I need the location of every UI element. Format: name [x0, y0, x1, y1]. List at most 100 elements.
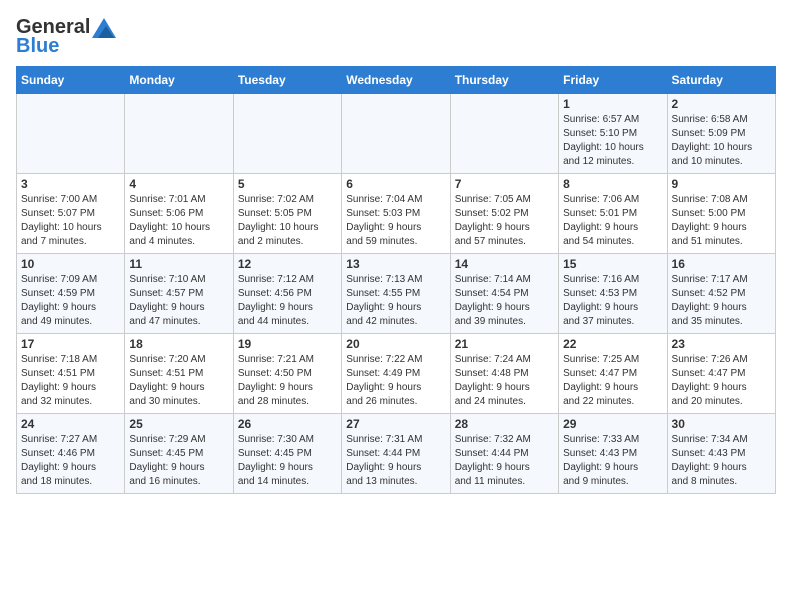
- day-info: Sunrise: 7:17 AM Sunset: 4:52 PM Dayligh…: [672, 273, 771, 329]
- day-number: 23: [672, 337, 771, 351]
- calendar-cell: 16Sunrise: 7:17 AM Sunset: 4:52 PM Dayli…: [667, 254, 775, 334]
- logo-text-blue: Blue: [16, 35, 59, 58]
- day-number: 29: [563, 417, 662, 431]
- calendar-cell: [450, 94, 558, 174]
- day-info: Sunrise: 7:02 AM Sunset: 5:05 PM Dayligh…: [238, 193, 337, 249]
- day-number: 28: [455, 417, 554, 431]
- weekday-header: Thursday: [450, 67, 558, 94]
- day-number: 2: [672, 97, 771, 111]
- day-info: Sunrise: 7:25 AM Sunset: 4:47 PM Dayligh…: [563, 353, 662, 409]
- day-number: 12: [238, 257, 337, 271]
- calendar-cell: 28 Sunrise: 7:32 AM Sunset: 4:44 PM Dayli…: [450, 414, 558, 494]
- day-number: 6: [346, 177, 445, 191]
- calendar-cell: 24 Sunrise: 7:27 AM Sunset: 4:46 PM Dayli…: [17, 414, 125, 494]
- day-number: 11: [129, 257, 228, 271]
- calendar-cell: 12Sunrise: 7:12 AM Sunset: 4:56 PM Dayli…: [233, 254, 341, 334]
- calendar-week-row: 10Sunrise: 7:09 AM Sunset: 4:59 PM Dayli…: [17, 254, 776, 334]
- day-number: 7: [455, 177, 554, 191]
- day-number: 5: [238, 177, 337, 191]
- day-info: Sunrise: 7:06 AM Sunset: 5:01 PM Dayligh…: [563, 193, 662, 249]
- calendar-cell: 11 Sunrise: 7:10 AM Sunset: 4:57 PM Dayli…: [125, 254, 233, 334]
- day-number: 14: [455, 257, 554, 271]
- day-info: Sunrise: 7:26 AM Sunset: 4:47 PM Dayligh…: [672, 353, 771, 409]
- weekday-header: Monday: [125, 67, 233, 94]
- calendar-week-row: 3 Sunrise: 7:00 AM Sunset: 5:07 PM Daylig…: [17, 174, 776, 254]
- day-info: Sunrise: 7:27 AM Sunset: 4:46 PM Dayligh…: [21, 433, 120, 489]
- day-info: Sunrise: 7:13 AM Sunset: 4:55 PM Dayligh…: [346, 273, 445, 329]
- calendar-cell: 25Sunrise: 7:29 AM Sunset: 4:45 PM Dayli…: [125, 414, 233, 494]
- day-info: Sunrise: 7:32 AM Sunset: 4:44 PM Dayligh…: [455, 433, 554, 489]
- day-number: 20: [346, 337, 445, 351]
- day-info: Sunrise: 7:14 AM Sunset: 4:54 PM Dayligh…: [455, 273, 554, 329]
- calendar-cell: 18Sunrise: 7:20 AM Sunset: 4:51 PM Dayli…: [125, 334, 233, 414]
- day-info: Sunrise: 7:34 AM Sunset: 4:43 PM Dayligh…: [672, 433, 771, 489]
- day-number: 1: [563, 97, 662, 111]
- calendar-cell: [342, 94, 450, 174]
- weekday-header: Tuesday: [233, 67, 341, 94]
- calendar-cell: 7 Sunrise: 7:05 AM Sunset: 5:02 PM Daylig…: [450, 174, 558, 254]
- day-info: Sunrise: 7:16 AM Sunset: 4:53 PM Dayligh…: [563, 273, 662, 329]
- page-header: General Blue: [16, 16, 776, 58]
- calendar-cell: 20 Sunrise: 7:22 AM Sunset: 4:49 PM Dayli…: [342, 334, 450, 414]
- calendar-cell: 4 Sunrise: 7:01 AM Sunset: 5:06 PM Daylig…: [125, 174, 233, 254]
- calendar-cell: 14 Sunrise: 7:14 AM Sunset: 4:54 PM Dayli…: [450, 254, 558, 334]
- weekday-header: Sunday: [17, 67, 125, 94]
- day-info: Sunrise: 7:00 AM Sunset: 5:07 PM Dayligh…: [21, 193, 120, 249]
- day-number: 8: [563, 177, 662, 191]
- day-info: Sunrise: 7:30 AM Sunset: 4:45 PM Dayligh…: [238, 433, 337, 489]
- calendar-cell: 8 Sunrise: 7:06 AM Sunset: 5:01 PM Daylig…: [559, 174, 667, 254]
- calendar-table: SundayMondayTuesdayWednesdayThursdayFrid…: [16, 66, 776, 494]
- calendar-body: 1 Sunrise: 6:57 AM Sunset: 5:10 PM Daylig…: [17, 94, 776, 494]
- day-info: Sunrise: 7:18 AM Sunset: 4:51 PM Dayligh…: [21, 353, 120, 409]
- calendar-cell: 2 Sunrise: 6:58 AM Sunset: 5:09 PM Daylig…: [667, 94, 775, 174]
- day-info: Sunrise: 7:24 AM Sunset: 4:48 PM Dayligh…: [455, 353, 554, 409]
- day-info: Sunrise: 6:58 AM Sunset: 5:09 PM Dayligh…: [672, 113, 771, 169]
- day-number: 4: [129, 177, 228, 191]
- calendar-cell: 22 Sunrise: 7:25 AM Sunset: 4:47 PM Dayli…: [559, 334, 667, 414]
- day-info: Sunrise: 7:33 AM Sunset: 4:43 PM Dayligh…: [563, 433, 662, 489]
- day-info: Sunrise: 6:57 AM Sunset: 5:10 PM Dayligh…: [563, 113, 662, 169]
- day-info: Sunrise: 7:08 AM Sunset: 5:00 PM Dayligh…: [672, 193, 771, 249]
- calendar-cell: [125, 94, 233, 174]
- weekday-header: Wednesday: [342, 67, 450, 94]
- calendar-cell: 5 Sunrise: 7:02 AM Sunset: 5:05 PM Daylig…: [233, 174, 341, 254]
- calendar-week-row: 24 Sunrise: 7:27 AM Sunset: 4:46 PM Dayli…: [17, 414, 776, 494]
- calendar-cell: 17 Sunrise: 7:18 AM Sunset: 4:51 PM Dayli…: [17, 334, 125, 414]
- calendar-cell: 27 Sunrise: 7:31 AM Sunset: 4:44 PM Dayli…: [342, 414, 450, 494]
- calendar-cell: 15Sunrise: 7:16 AM Sunset: 4:53 PM Dayli…: [559, 254, 667, 334]
- logo: General Blue: [16, 16, 116, 58]
- day-number: 19: [238, 337, 337, 351]
- day-number: 17: [21, 337, 120, 351]
- day-info: Sunrise: 7:31 AM Sunset: 4:44 PM Dayligh…: [346, 433, 445, 489]
- day-info: Sunrise: 7:22 AM Sunset: 4:49 PM Dayligh…: [346, 353, 445, 409]
- day-info: Sunrise: 7:10 AM Sunset: 4:57 PM Dayligh…: [129, 273, 228, 329]
- day-number: 13: [346, 257, 445, 271]
- calendar-header-row: SundayMondayTuesdayWednesdayThursdayFrid…: [17, 67, 776, 94]
- calendar-cell: 13 Sunrise: 7:13 AM Sunset: 4:55 PM Dayli…: [342, 254, 450, 334]
- day-number: 10: [21, 257, 120, 271]
- day-info: Sunrise: 7:20 AM Sunset: 4:51 PM Dayligh…: [129, 353, 228, 409]
- weekday-header: Friday: [559, 67, 667, 94]
- day-info: Sunrise: 7:04 AM Sunset: 5:03 PM Dayligh…: [346, 193, 445, 249]
- calendar-cell: 29 Sunrise: 7:33 AM Sunset: 4:43 PM Dayli…: [559, 414, 667, 494]
- calendar-cell: 26 Sunrise: 7:30 AM Sunset: 4:45 PM Dayli…: [233, 414, 341, 494]
- calendar-cell: 23 Sunrise: 7:26 AM Sunset: 4:47 PM Dayli…: [667, 334, 775, 414]
- day-info: Sunrise: 7:01 AM Sunset: 5:06 PM Dayligh…: [129, 193, 228, 249]
- day-number: 9: [672, 177, 771, 191]
- calendar-cell: 19 Sunrise: 7:21 AM Sunset: 4:50 PM Dayli…: [233, 334, 341, 414]
- calendar-week-row: 17 Sunrise: 7:18 AM Sunset: 4:51 PM Dayli…: [17, 334, 776, 414]
- logo-icon: [92, 18, 116, 38]
- calendar-cell: 21 Sunrise: 7:24 AM Sunset: 4:48 PM Dayli…: [450, 334, 558, 414]
- day-info: Sunrise: 7:29 AM Sunset: 4:45 PM Dayligh…: [129, 433, 228, 489]
- day-number: 24: [21, 417, 120, 431]
- day-number: 26: [238, 417, 337, 431]
- day-info: Sunrise: 7:21 AM Sunset: 4:50 PM Dayligh…: [238, 353, 337, 409]
- day-number: 27: [346, 417, 445, 431]
- day-number: 3: [21, 177, 120, 191]
- day-info: Sunrise: 7:05 AM Sunset: 5:02 PM Dayligh…: [455, 193, 554, 249]
- calendar-cell: 30Sunrise: 7:34 AM Sunset: 4:43 PM Dayli…: [667, 414, 775, 494]
- day-number: 22: [563, 337, 662, 351]
- calendar-cell: 6 Sunrise: 7:04 AM Sunset: 5:03 PM Daylig…: [342, 174, 450, 254]
- calendar-cell: [233, 94, 341, 174]
- day-number: 21: [455, 337, 554, 351]
